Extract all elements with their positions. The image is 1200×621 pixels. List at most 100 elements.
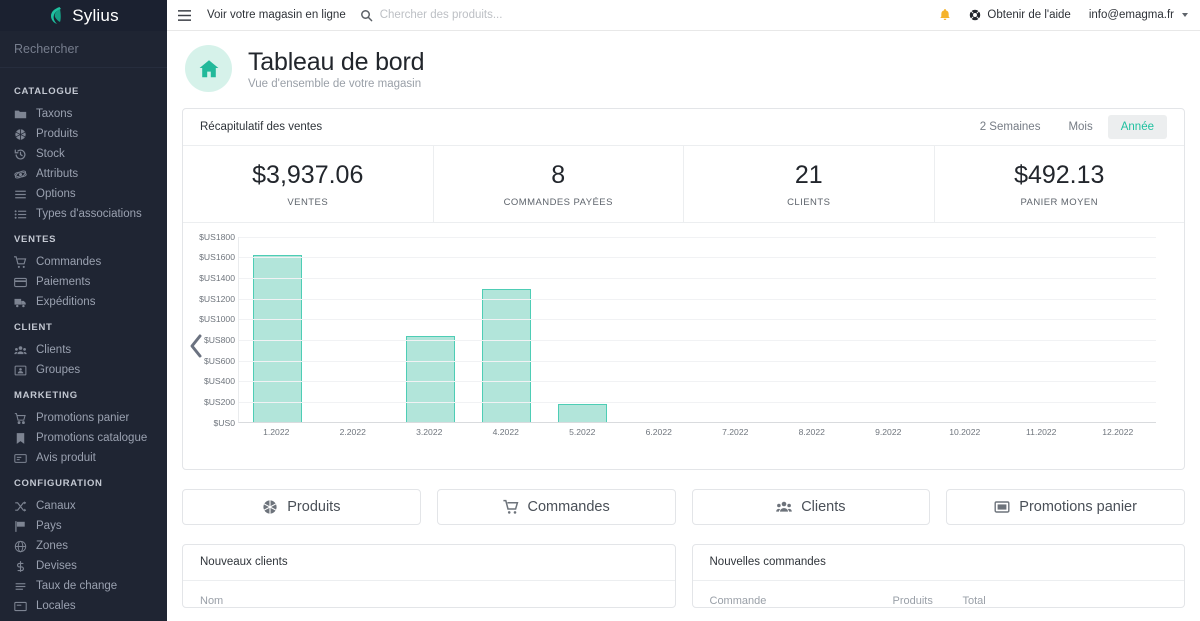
sidebar-group-ventes: VENTES [14, 234, 57, 245]
product-search[interactable] [360, 9, 940, 22]
stat-label: VENTES [287, 196, 329, 208]
chart-prev-arrow-icon[interactable] [188, 333, 205, 359]
sidebar-item-locales[interactable]: Locales [0, 596, 167, 616]
sidebar-item-taux-de-change[interactable]: Taux de change [0, 576, 167, 596]
sidebar-item-label: Zones [36, 540, 68, 552]
sidebar-item-promotions-catalogue[interactable]: Promotions catalogue [0, 428, 167, 448]
chart-gridline [239, 257, 1156, 259]
sidebar-item-pays[interactable]: Pays [0, 516, 167, 536]
chart-bar-cell [392, 237, 468, 422]
dashboard-home-icon [185, 45, 232, 92]
search-icon [360, 9, 373, 22]
shortcut-produits[interactable]: Produits [182, 488, 421, 525]
sidebar-item-devises[interactable]: Devises [0, 556, 167, 576]
chart-y-tick: $US600 [203, 355, 235, 366]
sidebar-item-label: Stock [36, 148, 65, 160]
shortcut-clients[interactable]: Clients [691, 488, 931, 525]
shortcut-commandes[interactable]: Commandes [436, 488, 676, 525]
stat-value: 21 [794, 161, 823, 189]
chart-x-tick: 9.2022 [875, 426, 902, 437]
notifications-bell-icon[interactable] [939, 8, 951, 22]
page-title: Tableau de bord [248, 47, 425, 76]
sidebar-item-label: Promotions catalogue [36, 432, 148, 444]
cube-icon [14, 128, 27, 141]
chart-y-tick: $US200 [203, 396, 235, 407]
sylius-logo-icon [48, 6, 66, 26]
app-root: Sylius CATALOGUE Taxons Produits [0, 0, 1200, 621]
shortcut-label: Clients [801, 498, 846, 515]
product-search-input[interactable] [379, 9, 620, 21]
chart-gridline [239, 401, 1156, 403]
new-orders-panel: Nouvelles commandes Commande Produits To… [691, 543, 1185, 608]
credit-card-icon [14, 276, 27, 289]
brand-logo[interactable]: Sylius [0, 0, 167, 31]
dollar-icon [14, 560, 27, 573]
sidebar-search-input[interactable] [14, 42, 167, 56]
sidebar-item-canaux[interactable]: Canaux [0, 496, 167, 516]
sidebar-search[interactable] [0, 31, 167, 68]
chart-bar-cell [315, 237, 391, 422]
period-month[interactable]: Mois [1055, 115, 1105, 139]
history-icon [14, 148, 27, 161]
atom-icon [14, 168, 27, 181]
sales-chart-container: $US0 $US200 $US400 $US600 $US800 $US1000 $US12… [183, 223, 1184, 469]
user-menu[interactable]: info@emagma.fr [1089, 9, 1188, 21]
chart-x-tick: 7.2022 [722, 426, 749, 437]
stat-ventes: $3,937.06 VENTES [183, 146, 434, 222]
main-area: Voir votre magasin en ligne Chercher des… [167, 0, 1200, 621]
sidebar-item-types-associations[interactable]: Types d'associations [0, 204, 167, 224]
view-shop-link[interactable]: Voir votre magasin en ligne [201, 9, 360, 21]
sidebar-item-zones[interactable]: Zones [0, 536, 167, 556]
sidebar-item-options[interactable]: Options [0, 184, 167, 204]
sales-summary-title: Récapitulatif des ventes [200, 121, 323, 133]
menu-toggle-icon[interactable] [167, 9, 201, 22]
stat-label: CLIENTS [787, 196, 831, 208]
chart-bar[interactable] [405, 335, 455, 422]
chart-bar[interactable] [252, 255, 302, 422]
new-orders-table: Commande Produits Total [693, 581, 1185, 607]
users-icon [14, 344, 27, 357]
shortcut-label: Produits [287, 498, 341, 515]
sidebar-item-expeditions[interactable]: Expéditions [0, 292, 167, 312]
globe-icon [14, 540, 27, 553]
shuffle-icon [14, 500, 27, 513]
sidebar-item-attributs[interactable]: Attributs [0, 164, 167, 184]
list-ul-icon [14, 208, 27, 221]
sidebar-group-marketing: MARKETING [14, 390, 78, 401]
stat-label: PANIER MOYEN [1020, 196, 1099, 208]
sidebar-item-produits[interactable]: Produits [0, 124, 167, 144]
sidebar-item-promotions-panier[interactable]: Promotions panier [0, 408, 167, 428]
sidebar-item-clients[interactable]: Clients [0, 340, 167, 360]
cube-icon [262, 499, 278, 515]
stat-value: $492.13 [1014, 161, 1105, 189]
shortcut-label: Promotions panier [1019, 498, 1137, 515]
period-2-weeks[interactable]: 2 Semaines [967, 115, 1054, 139]
sidebar-item-stock[interactable]: Stock [0, 144, 167, 164]
sidebar-item-avis-produit[interactable]: Avis produit [0, 448, 167, 468]
brand-name: Sylius [72, 5, 119, 25]
sidebar-item-paiements[interactable]: Paiements [0, 272, 167, 292]
sidebar-item-commandes[interactable]: Commandes [0, 252, 167, 272]
sidebar-item-label: Commandes [36, 256, 102, 268]
sidebar-item-groupes[interactable]: Groupes [0, 360, 167, 380]
chart-bar-cell [468, 237, 544, 422]
chart-bar[interactable] [558, 403, 608, 422]
page-content: Tableau de bord Vue d'ensemble de votre … [167, 31, 1200, 621]
get-help-button[interactable]: Obtenir de l'aide [969, 9, 1071, 21]
chart-x-axis: 1.2022 2.2022 3.2022 4.2022 5.2022 6.2022 7.20… [238, 427, 1156, 437]
exchange-icon [14, 580, 27, 593]
shortcut-label: Commandes [527, 498, 610, 515]
stat-value: 8 [551, 161, 566, 189]
shortcut-promotions-panier[interactable]: Promotions panier [946, 488, 1185, 525]
sidebar-item-taxons[interactable]: Taxons [0, 104, 167, 124]
period-year[interactable]: Année [1107, 115, 1167, 139]
lifebuoy-icon [969, 9, 981, 21]
sidebar-item-label: Groupes [36, 364, 81, 376]
sidebar-item-label: Devises [36, 560, 77, 572]
sidebar-nav: CATALOGUE Taxons Produits Stock Attribut… [0, 68, 167, 621]
sidebar-item-label: Pays [36, 520, 62, 532]
flag-icon [14, 520, 27, 533]
chart-bar-cell [621, 237, 697, 422]
chart-x-tick: 1.2022 [263, 426, 290, 437]
stat-panier-moyen: $492.13 PANIER MOYEN [935, 146, 1185, 222]
